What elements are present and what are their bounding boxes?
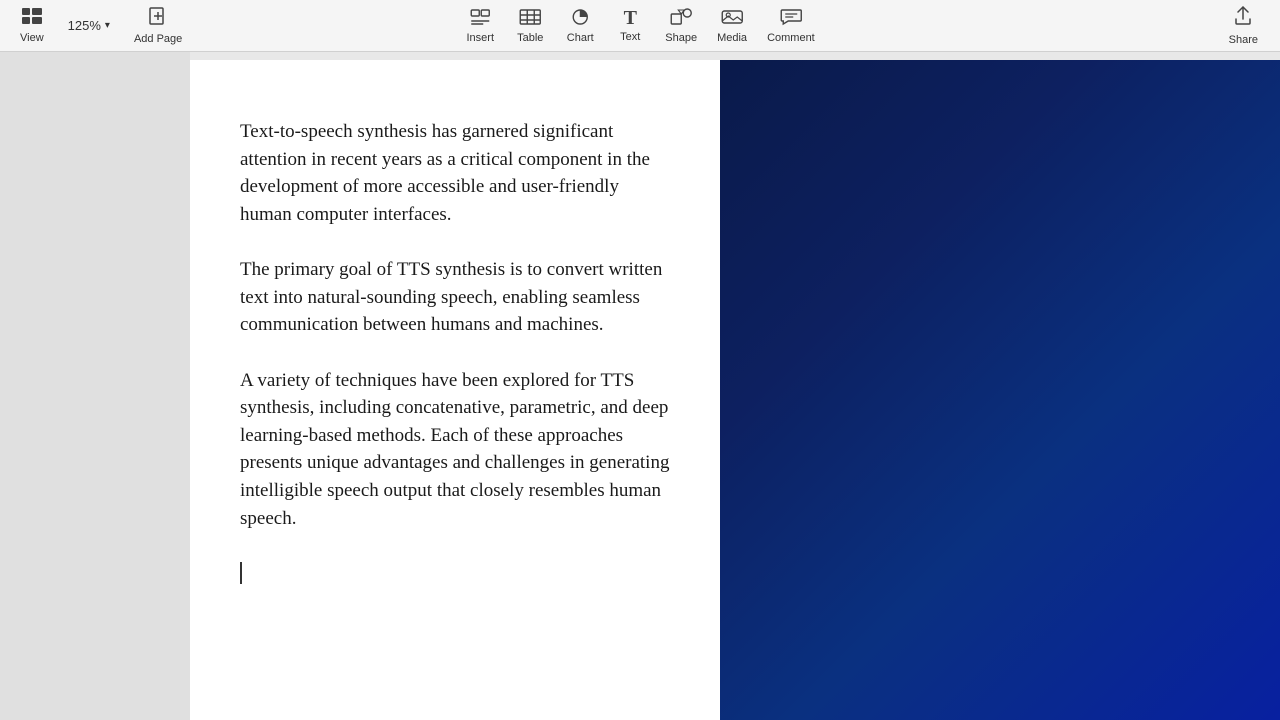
paragraph-3: A variety of techniques have been explor… <box>240 367 670 532</box>
paragraph-2: The primary goal of TTS synthesis is to … <box>240 256 670 339</box>
paragraph-1: Text-to-speech synthesis has garnered si… <box>240 118 670 228</box>
chart-button[interactable]: Chart <box>555 4 605 48</box>
text-cursor <box>240 562 242 584</box>
share-button[interactable]: Share <box>1219 2 1268 50</box>
chart-label: Chart <box>567 32 594 44</box>
comment-button[interactable]: Comment <box>757 4 825 48</box>
toolbar-center: Insert Table <box>455 4 825 48</box>
sidebar <box>0 52 190 720</box>
toolbar: View 125% ▾ Add Page <box>0 0 1280 52</box>
share-icon <box>1234 6 1252 31</box>
paragraph-4 <box>240 560 670 588</box>
table-button[interactable]: Table <box>505 4 555 48</box>
media-label: Media <box>717 32 747 44</box>
shape-label: Shape <box>665 32 697 44</box>
add-page-icon <box>148 7 168 30</box>
media-button[interactable]: Media <box>707 4 757 48</box>
insert-label: Insert <box>466 32 494 44</box>
view-button[interactable]: View <box>12 4 52 48</box>
table-icon <box>519 8 541 29</box>
comment-label: Comment <box>767 32 815 44</box>
view-label: View <box>20 32 44 44</box>
view-icon <box>22 8 42 29</box>
toolbar-left: View 125% ▾ Add Page <box>12 3 190 49</box>
canvas-area: Text-to-speech synthesis has garnered si… <box>190 52 1280 720</box>
add-page-label: Add Page <box>134 33 182 45</box>
share-label: Share <box>1229 34 1258 46</box>
shape-icon <box>670 8 692 29</box>
zoom-button[interactable]: 125% ▾ <box>60 14 118 37</box>
insert-button[interactable]: Insert <box>455 4 505 48</box>
waveform-overlay <box>720 60 1280 720</box>
toolbar-right: Share <box>1219 2 1268 50</box>
chart-icon <box>569 8 591 29</box>
insert-icon <box>469 8 491 29</box>
text-content: Text-to-speech synthesis has garnered si… <box>240 118 670 616</box>
text-button[interactable]: T Text <box>605 4 655 47</box>
waveform-background <box>720 60 1280 720</box>
table-label: Table <box>517 32 543 44</box>
main-area: Text-to-speech synthesis has garnered si… <box>0 52 1280 720</box>
document-page[interactable]: Text-to-speech synthesis has garnered si… <box>190 60 1280 720</box>
text-icon: T <box>624 8 637 28</box>
chevron-down-icon: ▾ <box>105 20 110 31</box>
comment-icon <box>780 8 802 29</box>
text-label: Text <box>620 31 640 43</box>
shape-button[interactable]: Shape <box>655 4 707 48</box>
zoom-value: 125% <box>68 18 101 33</box>
media-icon <box>721 8 743 29</box>
add-page-button[interactable]: Add Page <box>126 3 190 49</box>
